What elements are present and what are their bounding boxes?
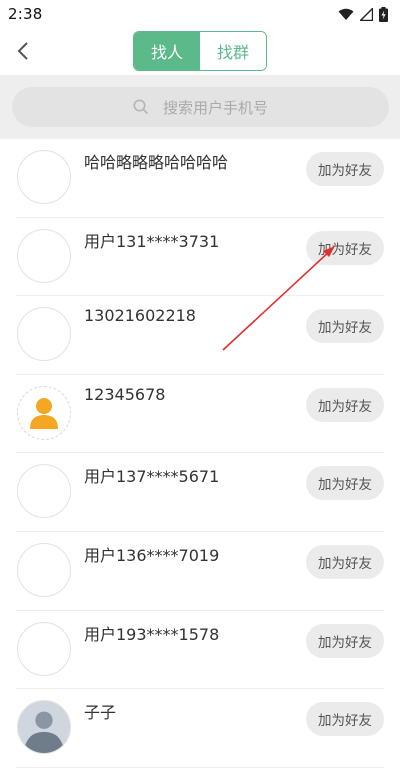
avatar	[17, 464, 71, 519]
search-type-switch: 找人 找群	[133, 31, 267, 71]
add-friend-button[interactable]: 加为好友	[306, 544, 384, 579]
add-friend-button[interactable]: 加为好友	[306, 623, 384, 658]
chevron-left-icon	[17, 42, 28, 60]
list-item[interactable]: 12345678 加为好友	[16, 375, 384, 454]
battery-icon	[379, 6, 388, 22]
add-friend-button[interactable]: 加为好友	[306, 702, 384, 737]
avatar	[17, 700, 71, 755]
status-bar: 2:38	[0, 0, 400, 28]
user-name: 12345678	[84, 384, 166, 404]
status-icons	[338, 6, 388, 22]
user-name: 13021602218	[84, 306, 196, 326]
header: 找人 找群	[0, 28, 400, 74]
list-item[interactable]: 用户137****5671 加为好友	[16, 453, 384, 532]
add-friend-button[interactable]: 加为好友	[306, 309, 384, 344]
status-time: 2:38	[8, 5, 43, 23]
list-item[interactable]: 哈哈略略略哈哈哈哈 加为好友	[16, 139, 384, 218]
search-placeholder: 搜索用户手机号	[162, 98, 268, 117]
list-item[interactable]: 用户193****1578 加为好友	[16, 611, 384, 690]
add-friend-button[interactable]: 加为好友	[306, 230, 384, 265]
user-name: 用户136****7019	[84, 545, 220, 565]
add-friend-button[interactable]: 加为好友	[306, 466, 384, 501]
avatar	[17, 385, 71, 440]
user-list: 哈哈略略略哈哈哈哈 加为好友 用户131****3731 加为好友 130216…	[0, 139, 400, 768]
wifi-icon	[338, 8, 354, 20]
back-button[interactable]	[8, 36, 38, 66]
list-item[interactable]: 13021602218 加为好友	[16, 296, 384, 375]
avatar	[17, 621, 71, 676]
user-name: 用户131****3731	[84, 231, 220, 251]
list-item[interactable]: 用户136****7019 加为好友	[16, 532, 384, 611]
user-name: 用户193****1578	[84, 624, 220, 644]
list-item[interactable]: 子子 加为好友	[16, 689, 384, 768]
search-icon	[133, 99, 149, 115]
tab-find-people[interactable]: 找人	[134, 32, 200, 70]
signal-icon	[360, 7, 373, 21]
user-name: 用户137****5671	[84, 467, 220, 487]
person-icon	[30, 397, 58, 429]
search-bar-area: 搜索用户手机号	[0, 75, 400, 139]
add-friend-button[interactable]: 加为好友	[306, 152, 384, 186]
photo-avatar-icon	[23, 711, 65, 754]
avatar	[17, 542, 71, 597]
list-item[interactable]: 用户131****3731 加为好友	[16, 218, 384, 297]
add-friend-button[interactable]: 加为好友	[306, 387, 384, 422]
avatar	[17, 228, 71, 283]
tab-find-groups[interactable]: 找群	[200, 32, 266, 70]
user-name: 子子	[84, 703, 117, 723]
search-input[interactable]: 搜索用户手机号	[12, 87, 389, 127]
user-name: 哈哈略略略哈哈哈哈	[84, 153, 229, 172]
avatar	[17, 150, 71, 204]
avatar	[17, 307, 71, 362]
